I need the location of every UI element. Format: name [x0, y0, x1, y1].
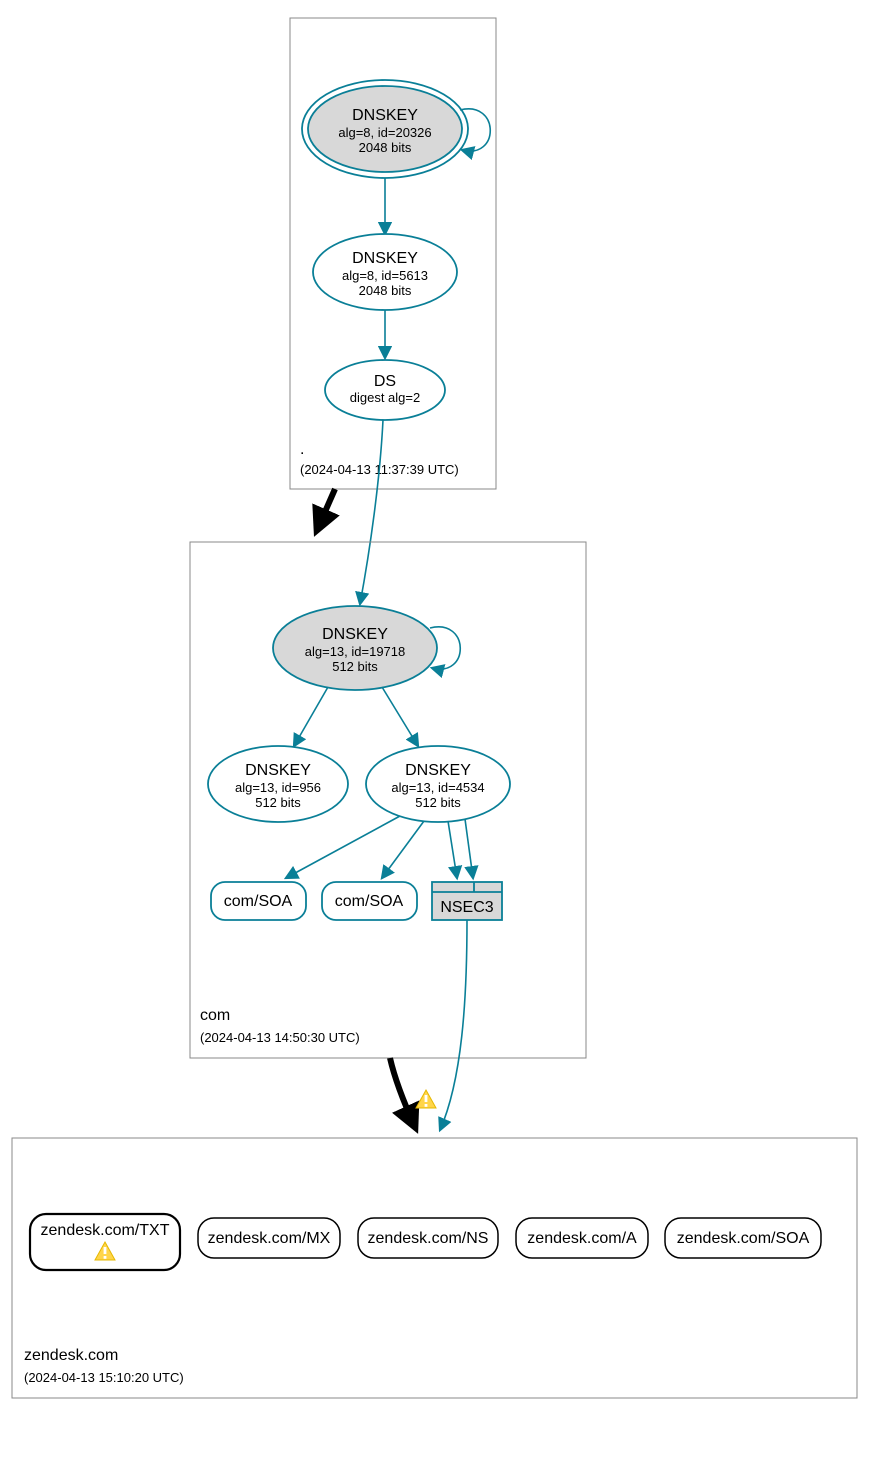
node-root-zsk-line2: alg=8, id=5613: [342, 268, 428, 283]
edge-com-to-zendesk-delegation: [390, 1058, 415, 1127]
node-root-ds: DS digest alg=2: [325, 360, 445, 420]
node-com-zsk1-line3: 512 bits: [255, 795, 301, 810]
node-com-zsk2-line2: alg=13, id=4534: [391, 780, 484, 795]
edge-nsec3-to-zendesk: [440, 920, 467, 1130]
zone-zendesk-label: zendesk.com: [24, 1347, 118, 1364]
dnssec-diagram: . (2024-04-13 11:37:39 UTC) DNSKEY alg=8…: [0, 0, 880, 1482]
node-root-zsk: DNSKEY alg=8, id=5613 2048 bits: [313, 234, 457, 310]
node-com-soa1-title: com/SOA: [224, 893, 293, 910]
edge-com-zsk2-to-nsec3-a: [448, 821, 457, 878]
node-com-zsk1: DNSKEY alg=13, id=956 512 bits: [208, 746, 348, 822]
zone-root-label: .: [300, 441, 304, 458]
node-com-zsk1-title: DNSKEY: [245, 762, 311, 779]
node-com-zsk2-line3: 512 bits: [415, 795, 461, 810]
zone-com-timestamp: (2024-04-13 14:50:30 UTC): [200, 1030, 360, 1045]
node-zendesk-soa-title: zendesk.com/SOA: [677, 1230, 810, 1247]
edge-com-ksk-to-zsk1: [294, 687, 328, 746]
node-com-ksk-title: DNSKEY: [322, 626, 388, 643]
node-nsec3-title: NSEC3: [440, 899, 493, 916]
node-zendesk-mx-title: zendesk.com/MX: [208, 1230, 331, 1247]
node-root-ksk: DNSKEY alg=8, id=20326 2048 bits: [302, 80, 490, 178]
node-com-zsk1-line2: alg=13, id=956: [235, 780, 321, 795]
node-com-ksk-line2: alg=13, id=19718: [305, 644, 405, 659]
node-root-ksk-line3: 2048 bits: [359, 140, 412, 155]
node-com-soa2: com/SOA: [322, 882, 417, 920]
edge-com-zsk2-to-soa2: [382, 821, 424, 878]
node-root-ds-line2: digest alg=2: [350, 390, 420, 405]
node-com-soa1: com/SOA: [211, 882, 306, 920]
node-zendesk-txt: zendesk.com/TXT: [30, 1214, 180, 1270]
warning-icon-delegation: [416, 1090, 436, 1108]
node-zendesk-ns: zendesk.com/NS: [358, 1218, 498, 1258]
node-root-ds-title: DS: [374, 373, 396, 390]
edge-root-to-com-delegation: [317, 489, 335, 530]
zone-com-label: com: [200, 1007, 230, 1024]
node-com-ksk: DNSKEY alg=13, id=19718 512 bits: [273, 606, 460, 690]
node-nsec3: NSEC3: [432, 882, 502, 920]
node-zendesk-a: zendesk.com/A: [516, 1218, 648, 1258]
node-zendesk-mx: zendesk.com/MX: [198, 1218, 340, 1258]
node-com-zsk2: DNSKEY alg=13, id=4534 512 bits: [366, 746, 510, 822]
node-root-zsk-title: DNSKEY: [352, 250, 418, 267]
edge-ds-to-com-ksk: [360, 420, 383, 604]
zone-zendesk-timestamp: (2024-04-13 15:10:20 UTC): [24, 1370, 184, 1385]
node-root-zsk-line3: 2048 bits: [359, 283, 412, 298]
node-com-ksk-line3: 512 bits: [332, 659, 378, 674]
edge-com-zsk2-to-nsec3-b: [465, 819, 473, 878]
node-zendesk-ns-title: zendesk.com/NS: [368, 1230, 489, 1247]
node-com-zsk2-title: DNSKEY: [405, 762, 471, 779]
node-root-ksk-title: DNSKEY: [352, 107, 418, 124]
edge-com-zsk2-to-soa1: [286, 816, 400, 878]
node-com-soa2-title: com/SOA: [335, 893, 404, 910]
node-root-ksk-line2: alg=8, id=20326: [338, 125, 431, 140]
node-zendesk-soa: zendesk.com/SOA: [665, 1218, 821, 1258]
node-zendesk-txt-title: zendesk.com/TXT: [41, 1222, 170, 1239]
node-zendesk-a-title: zendesk.com/A: [527, 1230, 637, 1247]
edge-com-ksk-to-zsk2: [382, 687, 418, 746]
